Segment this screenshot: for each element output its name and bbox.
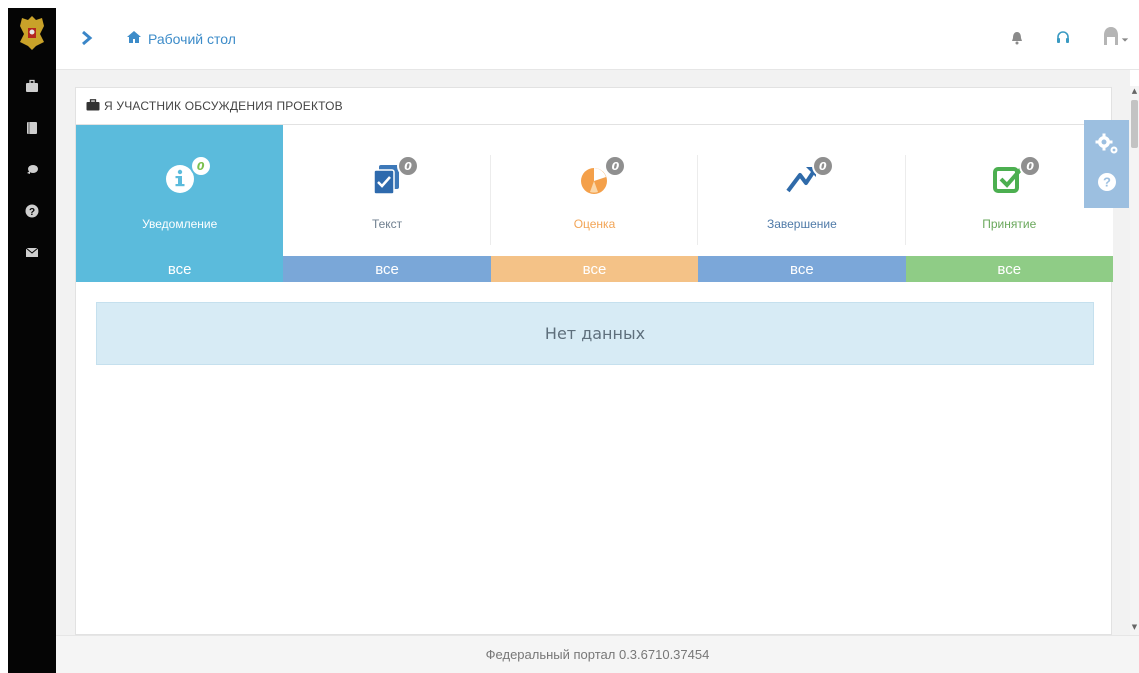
scroll-up-arrow-icon[interactable]: ▲ <box>1131 88 1138 95</box>
help-icon[interactable]: ? <box>1097 172 1117 196</box>
count-badge: 0 <box>189 155 212 177</box>
tile-completion[interactable]: 0 Завершение все <box>698 125 906 282</box>
tile-all-link[interactable]: все <box>76 256 284 282</box>
briefcase-icon[interactable] <box>22 76 42 96</box>
tile-text[interactable]: 0 Текст все <box>283 125 491 282</box>
panel-title: Я УЧАСТНИК ОБСУЖДЕНИЯ ПРОЕКТОВ <box>104 99 343 113</box>
count-badge: 0 <box>1019 155 1042 177</box>
tile-label: Завершение <box>766 217 837 231</box>
home-icon <box>126 29 142 48</box>
tile-all-link[interactable]: все <box>905 256 1113 282</box>
gears-icon[interactable] <box>1095 133 1119 159</box>
flag-icon: 0 <box>784 155 834 197</box>
count-badge: 0 <box>397 155 420 177</box>
top-actions <box>1005 26 1139 50</box>
user-menu[interactable] <box>1097 26 1133 50</box>
headset-icon[interactable] <box>1051 26 1075 50</box>
breadcrumb-label: Рабочий стол <box>148 30 236 47</box>
pie-chart-icon: 0 <box>576 155 627 197</box>
sidebar: ? <box>8 8 56 673</box>
tile-evaluation[interactable]: 0 Оценка все <box>490 125 699 282</box>
envelope-icon[interactable] <box>22 242 42 262</box>
top-bar: Рабочий стол <box>56 8 1139 70</box>
book-icon[interactable] <box>22 118 42 138</box>
svg-text:?: ? <box>29 207 35 218</box>
coat-of-arms-logo[interactable] <box>16 14 48 52</box>
tile-all-link[interactable]: все <box>490 256 699 282</box>
tile-label: Оценка <box>573 217 616 231</box>
scroll-down-arrow-icon[interactable]: ▼ <box>1131 624 1138 631</box>
floating-tools: ? <box>1084 120 1129 208</box>
bell-icon[interactable] <box>1005 26 1029 50</box>
status-tiles: 0 Уведомление все 0 Текст все 0 Оценка в… <box>76 125 1113 282</box>
app-window: ? Рабочий стол Я УЧАСТНИК ОБСУЖДЕНИЯ ПРО… <box>0 0 1139 673</box>
svg-text:?: ? <box>1103 174 1111 189</box>
user-icon <box>1101 25 1121 51</box>
footer: Федеральный портал 0.3.6710.37454 <box>56 635 1139 673</box>
document-check-icon: 0 <box>369 155 420 197</box>
tile-label: Текст <box>371 217 403 231</box>
checkbox-icon: 0 <box>991 155 1042 197</box>
sidebar-toggle-chevron-icon[interactable] <box>78 28 96 48</box>
count-badge: 0 <box>811 155 834 177</box>
chat-icon[interactable] <box>22 160 42 180</box>
footer-version-text: Федеральный портал 0.3.6710.37454 <box>485 647 710 662</box>
vertical-scrollbar[interactable]: ▲ ▼ <box>1130 86 1139 635</box>
empty-state-message: Нет данных <box>96 302 1094 365</box>
info-icon: 0 <box>162 155 212 197</box>
question-icon[interactable]: ? <box>22 201 42 221</box>
tile-all-link[interactable]: все <box>283 256 491 282</box>
chevron-down-icon <box>1121 29 1129 48</box>
count-badge: 0 <box>604 155 627 177</box>
tile-label: Принятие <box>982 217 1037 231</box>
tile-label: Уведомление <box>142 217 218 231</box>
scrollbar-thumb[interactable] <box>1131 100 1138 148</box>
tile-notification[interactable]: 0 Уведомление все <box>76 125 284 282</box>
briefcase-icon <box>86 98 100 114</box>
tile-all-link[interactable]: все <box>698 256 906 282</box>
breadcrumb[interactable]: Рабочий стол <box>126 29 236 48</box>
tile-acceptance[interactable]: 0 Принятие все <box>905 125 1113 282</box>
panel-header: Я УЧАСТНИК ОБСУЖДЕНИЯ ПРОЕКТОВ <box>76 88 1111 125</box>
projects-panel: Я УЧАСТНИК ОБСУЖДЕНИЯ ПРОЕКТОВ 0 Уведомл… <box>75 87 1113 635</box>
